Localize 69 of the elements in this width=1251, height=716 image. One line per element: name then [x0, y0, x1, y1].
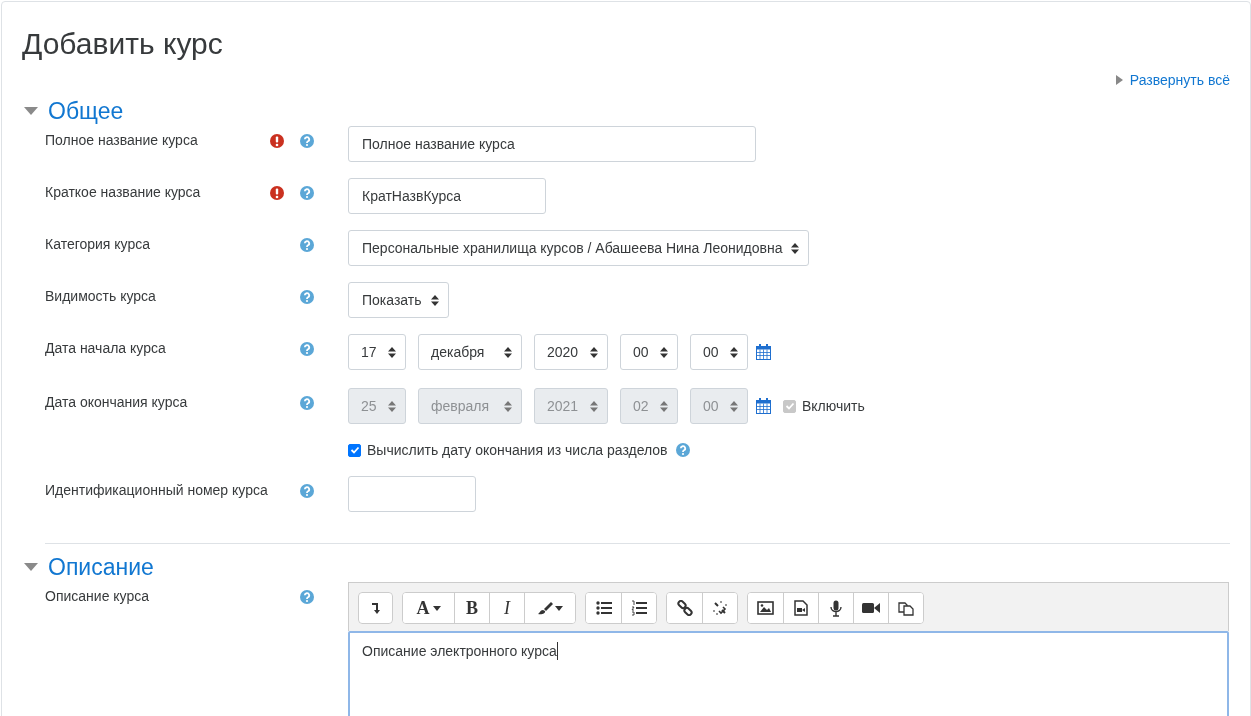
checkbox-label: Вычислить дату окончания из числа разделов — [367, 442, 668, 458]
help-icon[interactable] — [300, 484, 314, 498]
sort-arrows-icon — [388, 346, 396, 358]
numbers-button[interactable] — [621, 593, 656, 623]
file-icon — [794, 600, 808, 616]
help-icon[interactable] — [300, 134, 314, 148]
dropdown[interactable]: декабря — [418, 334, 522, 370]
check-icon — [349, 445, 360, 455]
field-label: Идентификационный номер курса — [45, 482, 268, 498]
checkbox-label: Включить — [802, 398, 865, 414]
check-icon — [784, 401, 795, 411]
field-label: Краткое название курса — [45, 184, 201, 200]
help-icon[interactable] — [300, 342, 314, 356]
sort-arrows-icon — [791, 242, 800, 254]
bullet-list-icon — [595, 601, 612, 615]
field-label: Описание курса — [45, 588, 149, 604]
dropdown[interactable]: Персональные хранилища курсов / Абашеева Нина Леонидовна — [348, 230, 810, 266]
caret-icon — [1115, 75, 1123, 85]
dropdown[interactable]: Показать — [348, 282, 449, 318]
field-label: Категория курса — [45, 236, 151, 252]
text-cursor — [556, 642, 558, 660]
microphone-icon — [830, 599, 842, 617]
dropdown[interactable]: 17 — [348, 334, 406, 370]
video-camera-icon — [862, 602, 880, 614]
calendar-icon[interactable] — [756, 344, 771, 360]
dropdown[interactable]: 00 — [690, 334, 748, 370]
text-field[interactable] — [348, 476, 476, 512]
editor-text-area[interactable]: Описание электронного курса — [348, 631, 1229, 716]
numbered-list-icon — [631, 600, 647, 616]
section-title[interactable]: Описание — [48, 552, 154, 582]
sort-arrows-icon — [660, 400, 668, 412]
sort-arrows-icon — [430, 294, 439, 306]
sort-arrows-icon — [590, 346, 598, 358]
sort-arrows-icon — [730, 400, 738, 412]
help-icon[interactable] — [675, 443, 690, 457]
collapse-button[interactable] — [358, 592, 393, 624]
text-field[interactable]: КратНазвКурса — [348, 178, 546, 214]
link-icon — [676, 600, 693, 616]
brush-button[interactable] — [524, 593, 575, 623]
caret-icon — [432, 605, 441, 611]
field-label: Дата начала курса — [45, 340, 166, 356]
sort-arrows-icon — [504, 400, 512, 412]
sort-arrows-icon — [388, 400, 396, 412]
collapse-caret-icon[interactable] — [24, 107, 38, 115]
dropdown[interactable]: 00 — [620, 334, 678, 370]
help-icon[interactable] — [300, 290, 314, 304]
field-label: Полное название курса — [45, 132, 198, 148]
dropdown[interactable]: 2020 — [534, 334, 608, 370]
sort-arrows-icon — [590, 400, 598, 412]
unlink-button[interactable] — [702, 593, 737, 623]
checkbox[interactable] — [348, 443, 361, 457]
field-label: Видимость курса — [45, 288, 156, 304]
copy-icon — [898, 600, 914, 616]
expand-all-link[interactable]: Развернуть всё — [1115, 72, 1230, 88]
image-icon — [757, 601, 774, 615]
sort-arrows-icon — [730, 346, 738, 358]
help-icon[interactable] — [300, 238, 314, 252]
brush-icon — [537, 601, 563, 615]
section-title[interactable]: Общее — [48, 96, 124, 126]
field-label: Дата окончания курса — [45, 394, 188, 410]
help-icon[interactable] — [300, 186, 314, 200]
sort-arrows-icon — [504, 346, 512, 358]
collapse-caret-icon[interactable] — [24, 563, 38, 571]
sort-arrows-icon — [660, 346, 668, 358]
help-icon[interactable] — [300, 590, 314, 604]
text-field[interactable]: Полное название курса — [348, 126, 756, 162]
arrow-down-icon — [370, 602, 381, 614]
copy-button[interactable] — [888, 593, 923, 623]
page-title: Добавить курс — [22, 26, 224, 62]
